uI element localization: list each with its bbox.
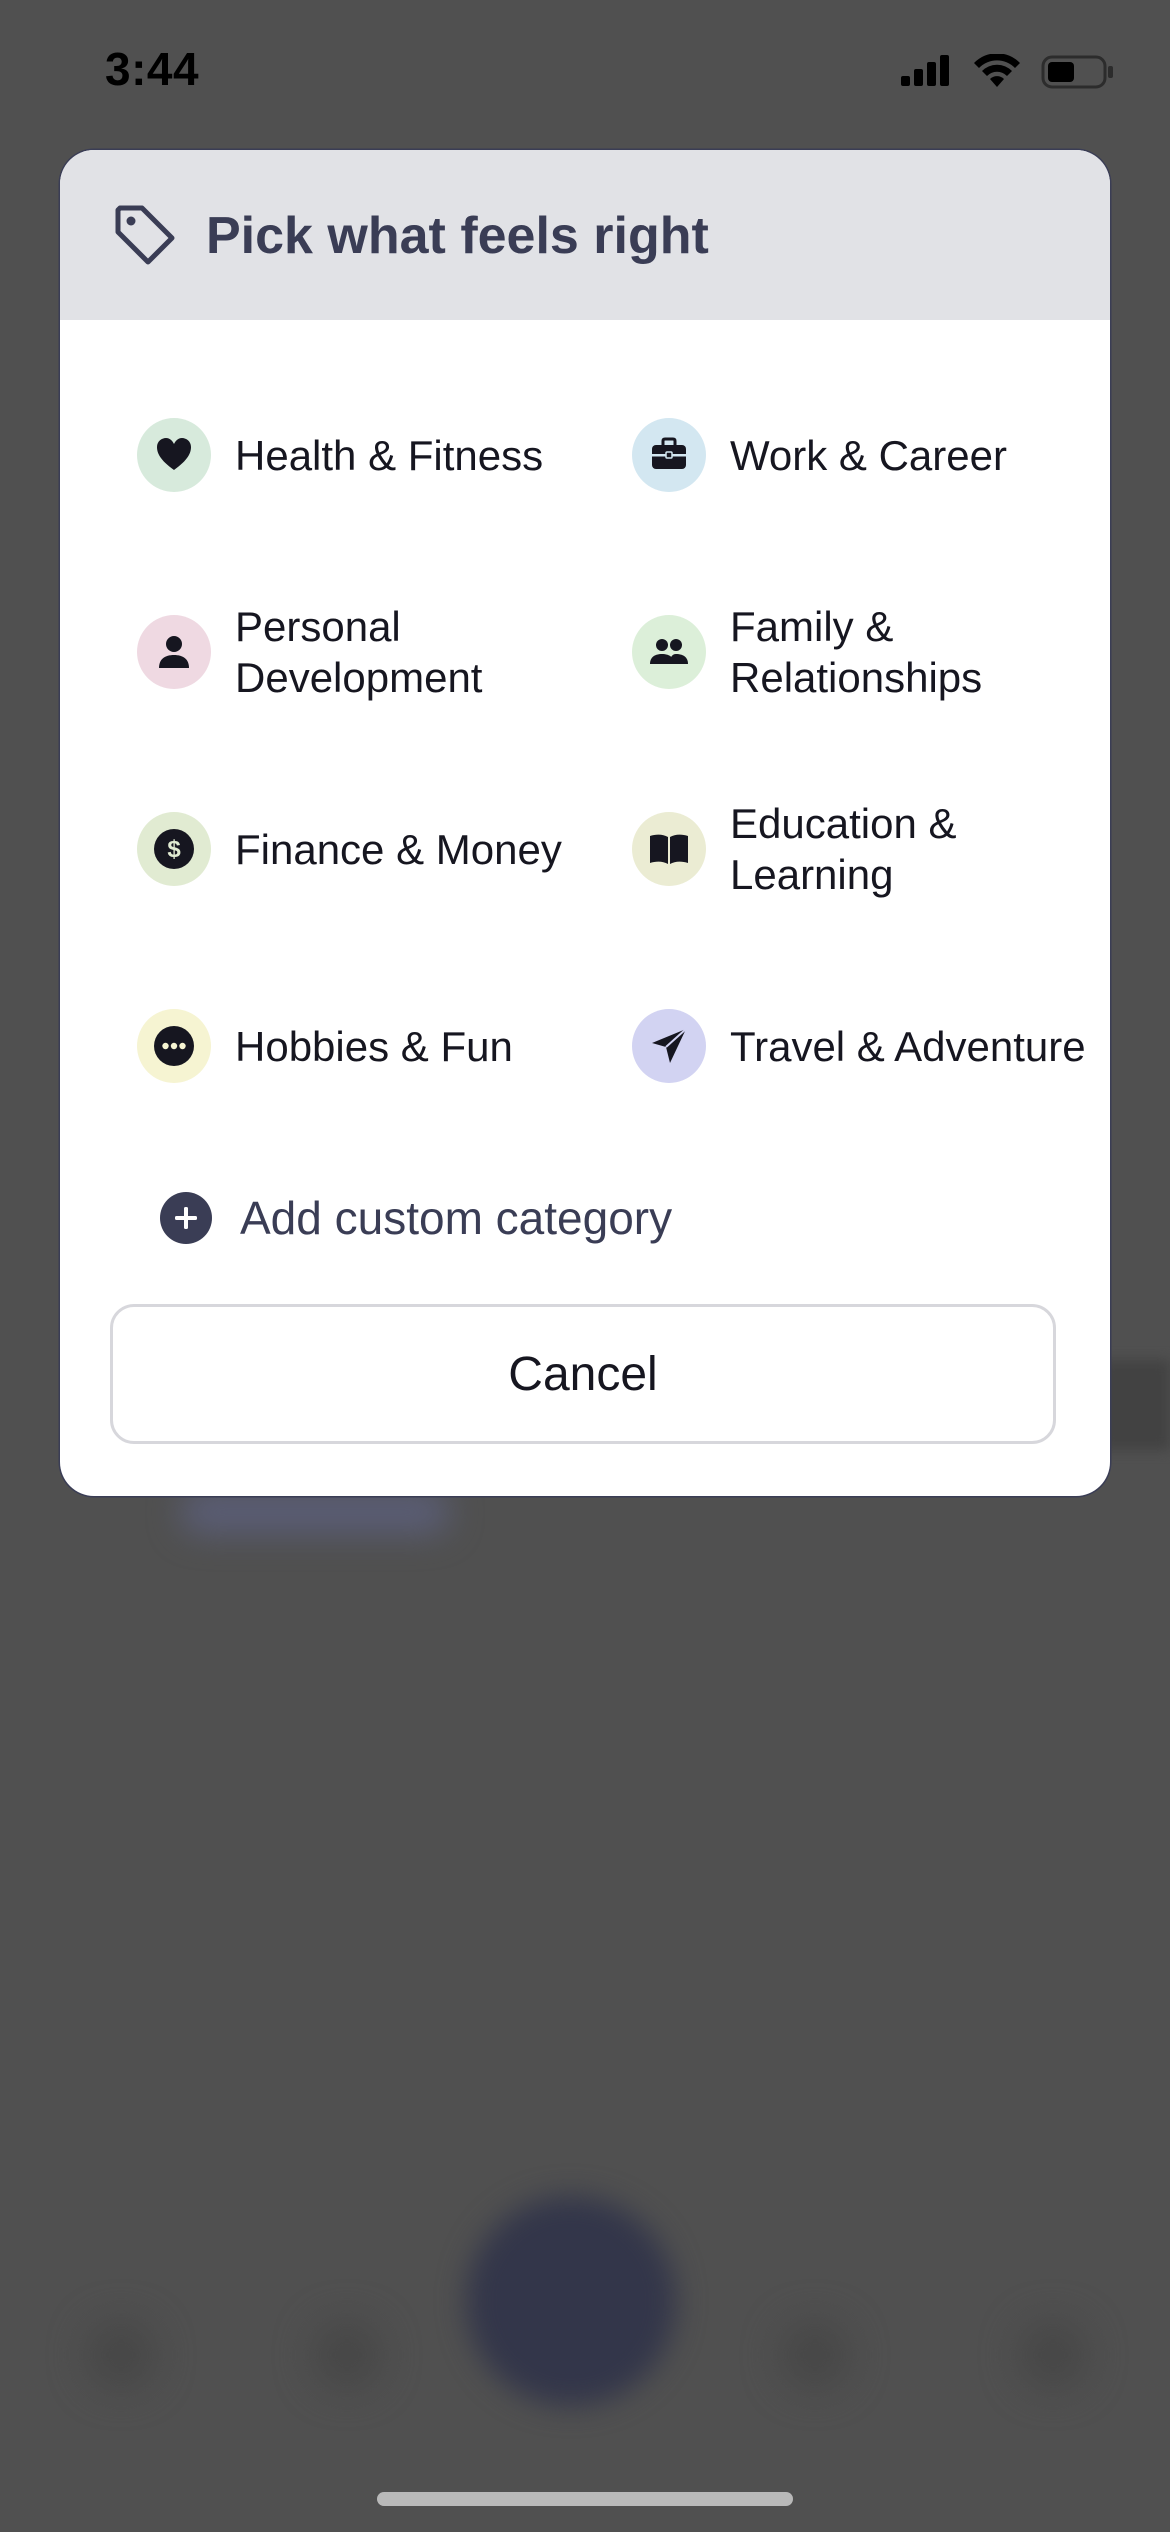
category-travel-adventure[interactable]: Travel & Adventure <box>632 971 1110 1121</box>
book-icon <box>650 834 688 864</box>
background-card-edge <box>1100 1360 1170 1450</box>
category-label: Education & Learning <box>730 800 957 898</box>
status-time: 3:44 <box>105 43 200 95</box>
category-education-learning[interactable]: Education & Learning <box>632 774 1110 924</box>
category-icon-bg <box>632 418 706 492</box>
category-icon-bg <box>137 615 211 689</box>
add-custom-category-button[interactable]: Add custom category <box>160 1178 672 1258</box>
status-icons <box>901 54 1115 90</box>
category-family-relationships[interactable]: Family & Relationships <box>632 577 1110 727</box>
background-tab-icon <box>312 2320 382 2390</box>
cellular-signal-icon <box>901 55 949 86</box>
category-health-fitness[interactable]: Health & Fitness <box>137 380 617 530</box>
plus-icon <box>160 1192 212 1244</box>
ellipsis-icon <box>154 1026 194 1066</box>
svg-text:$: $ <box>167 836 181 863</box>
category-icon-bg <box>632 1009 706 1083</box>
category-personal-development[interactable]: Personal Development <box>137 577 617 727</box>
dollar-icon: $ <box>154 829 194 869</box>
category-finance-money[interactable]: $ Finance & Money <box>137 774 617 924</box>
category-label: Travel & Adventure <box>730 1022 1086 1070</box>
home-indicator <box>377 2492 793 2506</box>
background-tab-icon <box>1018 2320 1088 2390</box>
modal-header: Pick what feels right <box>60 150 1110 320</box>
background-list-row <box>180 1490 450 1534</box>
category-icon-bg <box>137 1009 211 1083</box>
category-icon-bg <box>137 418 211 492</box>
wifi-icon <box>974 54 1020 87</box>
battery-icon <box>1041 55 1113 89</box>
category-icon-bg: $ <box>137 812 211 886</box>
category-label: Personal Development <box>235 603 483 701</box>
heart-icon <box>157 438 191 470</box>
category-icon-bg <box>632 615 706 689</box>
person-icon <box>159 636 189 668</box>
category-icon-bg <box>632 812 706 886</box>
category-hobbies-fun[interactable]: Hobbies & Fun <box>137 971 617 1121</box>
background-tab-icon <box>780 2320 850 2390</box>
category-label: Work & Career <box>730 431 1007 479</box>
category-label: Hobbies & Fun <box>235 1022 513 1070</box>
category-label: Family & Relationships <box>730 603 983 701</box>
background-fab <box>466 2196 676 2406</box>
cancel-button[interactable]: Cancel <box>110 1304 1056 1444</box>
add-custom-category-label: Add custom category <box>240 1192 673 1244</box>
paper-plane-icon <box>652 1028 687 1063</box>
category-label: Finance & Money <box>235 825 562 873</box>
tag-icon <box>115 205 175 265</box>
people-icon <box>650 639 688 664</box>
modal-title: Pick what feels right <box>206 207 709 265</box>
briefcase-icon <box>652 437 686 469</box>
status-bar: 3:44 <box>0 0 1170 150</box>
background-tab-icon <box>86 2320 156 2390</box>
category-label: Health & Fitness <box>235 431 544 479</box>
category-picker-modal: Pick what feels right Health & Fitness W… <box>60 150 1110 1496</box>
category-work-career[interactable]: Work & Career <box>632 380 1110 530</box>
